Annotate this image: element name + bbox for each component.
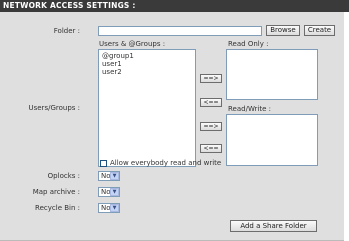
chevron-down-icon[interactable]: ▼	[110, 204, 119, 212]
create-button[interactable]: Create	[304, 25, 335, 36]
allow-everybody-label: Allow everybody read and write	[110, 159, 222, 167]
remove-read-write-button[interactable]: <==	[200, 144, 222, 153]
list-item[interactable]: user1	[102, 60, 192, 68]
recycle-bin-label: Recycle Bin :	[35, 204, 80, 212]
users-groups-title: Users & @Groups :	[99, 40, 166, 48]
chevron-down-icon[interactable]: ▼	[110, 188, 119, 196]
chevron-down-icon[interactable]: ▼	[110, 172, 119, 180]
read-only-list[interactable]	[226, 49, 318, 100]
read-write-title: Read/Write :	[228, 105, 272, 113]
read-only-title: Read Only :	[228, 40, 269, 48]
allow-everybody-checkbox[interactable]	[100, 160, 107, 167]
list-item[interactable]: @group1	[102, 52, 192, 60]
map-archive-select[interactable]: No ▼	[98, 187, 120, 197]
recycle-bin-select[interactable]: No ▼	[98, 203, 120, 213]
list-item[interactable]: user2	[102, 68, 192, 76]
oplocks-label: Oplocks :	[47, 172, 80, 180]
oplocks-select[interactable]: No ▼	[98, 171, 120, 181]
add-read-write-button[interactable]: ==>	[200, 122, 222, 131]
add-read-only-button[interactable]: ==>	[200, 74, 222, 83]
folder-label: Folder :	[53, 27, 80, 35]
add-share-folder-button[interactable]: Add a Share Folder	[230, 220, 317, 232]
users-groups-label: Users/Groups :	[28, 104, 80, 112]
map-archive-label: Map archive :	[32, 188, 80, 196]
folder-input[interactable]	[98, 26, 262, 36]
section-title: NETWORK ACCESS SETTINGS :	[3, 1, 136, 10]
browse-button[interactable]: Browse	[266, 25, 300, 36]
section-header: NETWORK ACCESS SETTINGS :	[0, 0, 349, 12]
remove-read-only-button[interactable]: <==	[200, 98, 222, 107]
users-groups-list[interactable]: @group1 user1 user2	[98, 49, 196, 167]
settings-panel: Folder : Browse Create Users & @Groups :…	[0, 12, 344, 241]
read-write-list[interactable]	[226, 114, 318, 166]
